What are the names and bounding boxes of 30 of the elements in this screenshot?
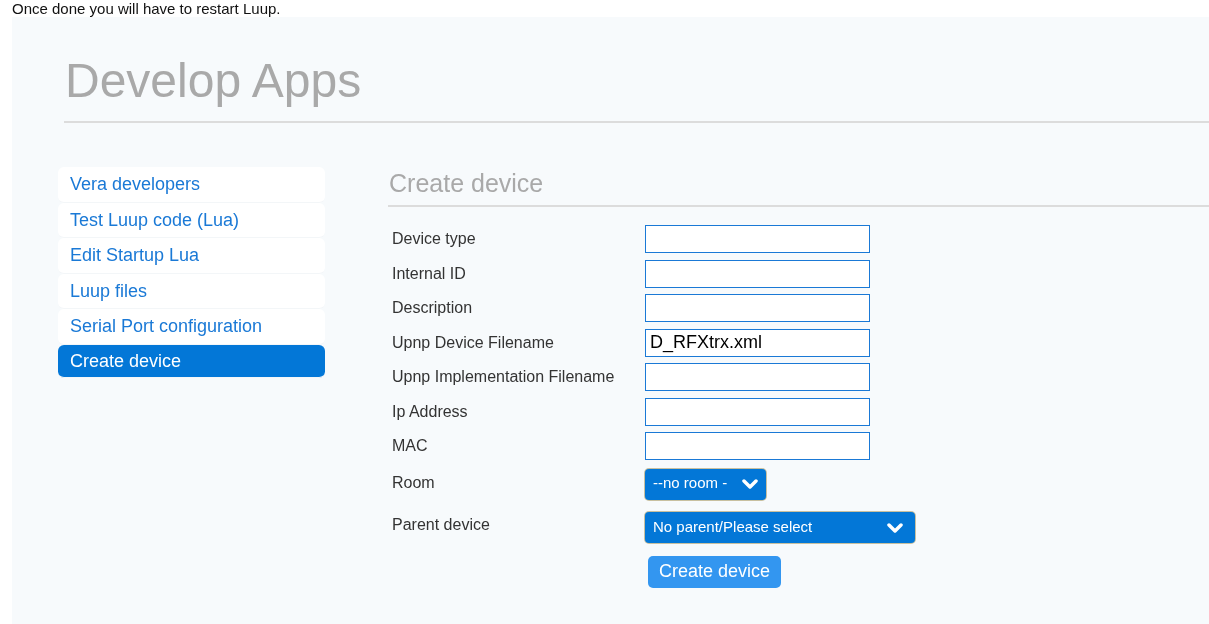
field-label: Upnp Implementation Filename [392,368,616,386]
field-label: Room [392,474,436,492]
instruction-text: Once done you will have to restart Luup. [12,0,281,17]
dropdown[interactable]: --no room - [645,468,766,500]
page-title: Develop Apps [64,53,363,109]
input-field[interactable] [645,363,870,391]
chevron-down-icon [887,522,903,533]
section-title: Create device [388,168,545,199]
sidebar-item[interactable]: Create device [58,344,325,378]
input-field[interactable] [645,294,870,322]
sidebar-item[interactable]: Edit Startup Lua [58,238,325,274]
field-label: Internal ID [392,264,467,283]
input-field[interactable] [645,225,870,253]
input-field[interactable]: D_RFXtrx.xml [645,328,870,357]
field-label: Upnp Device Filename [392,333,555,352]
sidebar-item[interactable]: Luup files [58,273,325,309]
sidebar-item[interactable]: Test Luup code (Lua) [58,202,325,238]
input-field[interactable] [645,432,870,460]
field-label: Parent device [392,515,491,534]
input-field[interactable] [645,259,870,288]
field-label: MAC [392,437,429,455]
field-label: Ip Address [392,402,469,421]
field-label: Description [392,299,474,317]
input-field[interactable] [645,397,870,426]
chevron-down-icon [742,479,758,489]
create-device-button[interactable]: Create device [648,555,782,588]
field-label: Device type [392,230,477,248]
sidebar-item[interactable]: Serial Port configuration [58,309,325,345]
dropdown[interactable]: No parent/Please select [645,512,915,543]
sidebar-item[interactable]: Vera developers [58,167,325,203]
